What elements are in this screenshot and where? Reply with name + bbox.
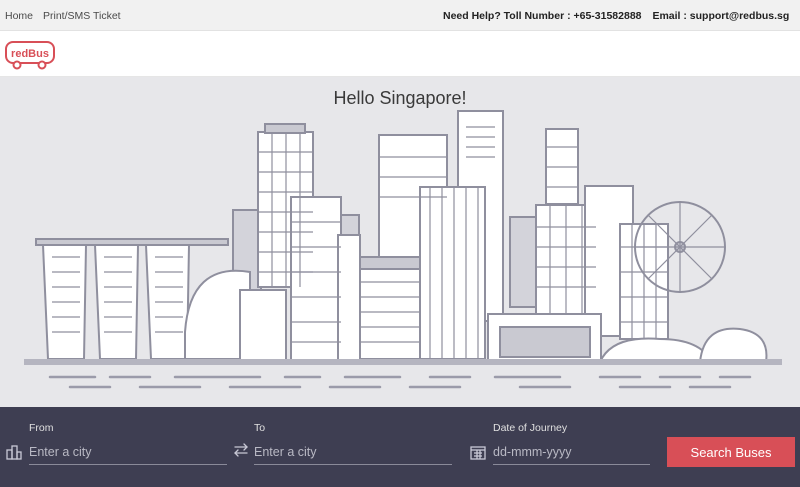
from-city-field [29, 441, 227, 465]
wheel-icon [12, 60, 22, 70]
support-email-text: Email : support@redbus.sg [652, 10, 790, 22]
hero-banner: Hello Singapore! [0, 77, 800, 407]
help-contact-info: Need Help? Toll Number : +65-31582888 Em… [443, 10, 789, 22]
site-header: redBus [0, 31, 800, 77]
date-of-journey-input[interactable] [493, 441, 650, 463]
singapore-skyline-illustration [24, 110, 782, 389]
hero-title: Hello Singapore! [333, 88, 467, 108]
date-of-journey-label: Date of Journey [493, 422, 568, 434]
from-city-input[interactable] [29, 441, 227, 463]
city-buildings-icon [6, 445, 22, 460]
redbus-logo[interactable]: redBus [4, 40, 56, 72]
search-buses-button[interactable]: Search Buses [667, 437, 795, 467]
print-sms-ticket-link[interactable]: Print/SMS Ticket [43, 10, 121, 22]
to-label: To [254, 422, 266, 434]
toll-number-text: Need Help? Toll Number : +65-31582888 [443, 10, 642, 22]
to-city-field [254, 441, 452, 465]
date-of-journey-field [493, 441, 650, 465]
logo-text: redBus [11, 48, 49, 60]
swap-arrows-icon[interactable] [232, 442, 250, 458]
top-navigation-bar: Home Print/SMS Ticket Need Help? Toll Nu… [0, 0, 800, 31]
calendar-icon[interactable] [469, 444, 487, 460]
from-label: From [29, 422, 54, 434]
bus-search-bar: From To Date of Journey Search Buses [0, 407, 800, 487]
to-city-input[interactable] [254, 441, 452, 463]
home-link[interactable]: Home [5, 10, 33, 22]
wheel-icon [37, 60, 47, 70]
